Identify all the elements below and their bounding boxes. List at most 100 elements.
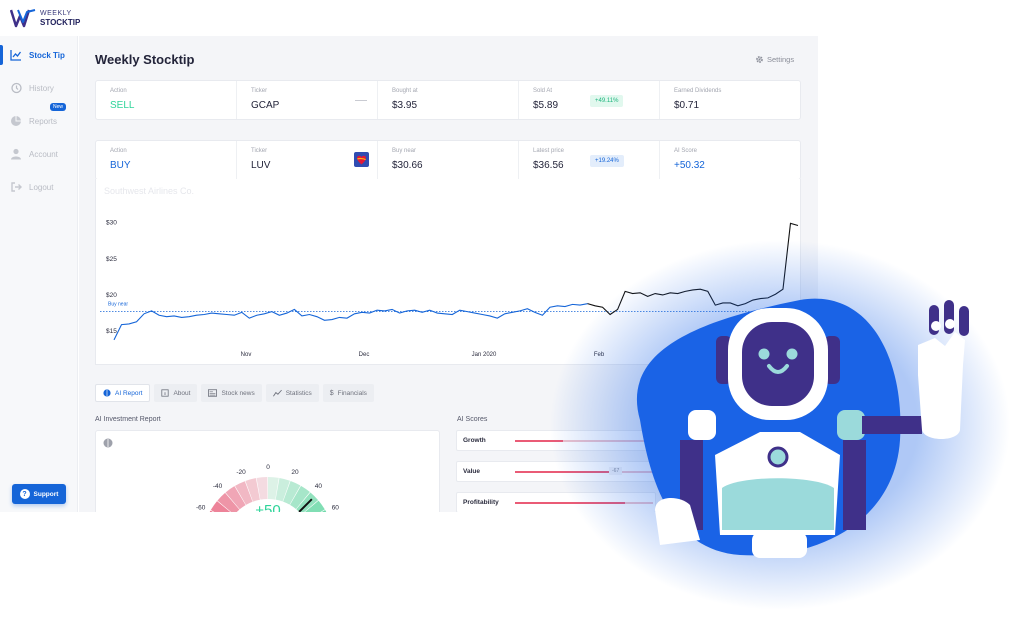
- y-tick-label: $30: [106, 220, 117, 227]
- past-tip-row: Action SELL Ticker GCAP Bought at $3.95 …: [95, 80, 801, 120]
- brand-line2: STOCKTIP: [40, 18, 81, 27]
- gauge-tick-label: 60: [332, 505, 340, 512]
- sidebar-item-stock-tip[interactable]: Stock Tip: [0, 43, 78, 67]
- tab-label: AI Report: [115, 389, 143, 397]
- airline-logo-icon: [354, 152, 369, 167]
- sidebar-item-account[interactable]: Account: [0, 142, 78, 166]
- screen: WEEKLY STOCKTIP Stock Tip History Report…: [0, 0, 1034, 628]
- price-chart-card: Southwest Airlines Co. $30 $25 $20 $15 Nov De…: [95, 179, 801, 365]
- tab-label: Stock news: [221, 389, 255, 397]
- chart-line-icon: [10, 50, 22, 61]
- tab-financials[interactable]: $ Financials: [322, 384, 374, 402]
- x-tick-label: Nov: [241, 352, 252, 358]
- tab-label: Financials: [337, 389, 367, 397]
- gauge-tick-label: -60: [196, 505, 206, 512]
- price-chart[interactable]: $30 $25 $20 $15 Nov Dec Jan 2020 Feb Buy near: [96, 179, 802, 365]
- change-badge: +19.24%: [590, 155, 624, 167]
- dollar-icon: $: [329, 389, 334, 397]
- pie-chart-icon: [11, 116, 21, 126]
- score-marker: -67: [609, 467, 623, 475]
- sidebar: Stock Tip History Reports New Account Lo…: [0, 36, 78, 512]
- ai-score-label: AI Score: [674, 148, 698, 154]
- gauge-tick-label: -40: [213, 483, 223, 490]
- brand-line1: WEEKLY: [40, 10, 72, 17]
- score-label: Value: [463, 468, 480, 475]
- sidebar-item-reports[interactable]: Reports New: [0, 103, 78, 133]
- logout-icon: [11, 182, 22, 192]
- ai-report-title: AI Investment Report: [95, 416, 161, 423]
- settings-label: Settings: [767, 55, 795, 64]
- change-badge: +49.11%: [590, 95, 624, 107]
- gauge-tick-label: -20: [236, 469, 246, 476]
- gauge-tick-label: 20: [291, 469, 299, 476]
- main-panel: Weekly Stocktip Settings Action SELL Tic…: [79, 36, 818, 512]
- ai-score-gauge: -80-60-40-20020406080+50: [196, 464, 340, 512]
- newspaper-icon: [208, 389, 218, 397]
- latest-price-label: Latest price: [533, 148, 565, 154]
- buy-near-label: Buy near: [392, 148, 417, 154]
- score-row-value: Value -67: [456, 461, 656, 482]
- score-row-profitability: Profitability: [456, 492, 656, 512]
- question-icon: ?: [19, 489, 30, 499]
- sold-label: Sold At: [533, 88, 553, 94]
- tab-stock-news[interactable]: Stock news: [201, 384, 262, 402]
- bought-label: Bought at: [392, 88, 418, 94]
- dividends-label: Earned Dividends: [674, 88, 722, 94]
- sidebar-item-logout[interactable]: Logout: [0, 175, 78, 199]
- score-bar: [515, 502, 625, 504]
- y-tick-label: $15: [106, 328, 117, 335]
- logo-w-icon: [10, 9, 36, 28]
- y-tick-label: $20: [106, 292, 117, 299]
- score-row-growth: Growth: [456, 430, 656, 451]
- sidebar-item-label: History: [29, 83, 54, 93]
- buy-near-label: Buy near: [108, 302, 128, 308]
- y-tick-label: $25: [106, 256, 117, 263]
- gauge-tick-label: 40: [315, 483, 323, 490]
- page-title: Weekly Stocktip: [95, 52, 195, 67]
- sidebar-item-label: Account: [29, 149, 58, 159]
- buy-near-value: $30.66: [392, 160, 423, 171]
- user-icon: [11, 148, 21, 160]
- dividends-value: $0.71: [674, 100, 700, 111]
- tab-label: Statistics: [285, 389, 312, 397]
- ai-scores-title: AI Scores: [457, 416, 488, 423]
- tab-about[interactable]: About: [154, 384, 198, 402]
- ticker-value[interactable]: GCAP: [251, 100, 377, 111]
- score-label: Profitability: [463, 499, 499, 506]
- bought-value: $3.95: [392, 100, 418, 111]
- support-label: Support: [33, 490, 59, 498]
- ai-score-value: +50.32: [674, 160, 705, 171]
- score-bar: [515, 471, 614, 473]
- tab-ai-report[interactable]: AI Report: [95, 384, 151, 402]
- gear-icon: [756, 56, 763, 63]
- price-line-above: [587, 222, 799, 316]
- score-label: Growth: [463, 437, 486, 444]
- brand-logo[interactable]: WEEKLY STOCKTIP: [10, 8, 80, 28]
- statistics-icon: [272, 389, 282, 397]
- sidebar-item-label: Stock Tip: [29, 50, 65, 60]
- gauge-value: +50: [255, 502, 280, 512]
- sidebar-item-history[interactable]: History: [0, 76, 78, 100]
- new-badge: New: [50, 103, 67, 111]
- x-tick-label: Jan 2020: [472, 352, 497, 358]
- price-line-below: [113, 303, 588, 341]
- history-icon: [11, 82, 22, 94]
- brain-icon: [103, 389, 111, 397]
- tab-label: About: [173, 389, 191, 397]
- sidebar-item-label: Logout: [29, 182, 54, 192]
- x-tick-label: Dec: [359, 352, 370, 358]
- action-label: Action: [110, 88, 127, 94]
- score-bar: [515, 440, 563, 442]
- gauge-tick-label: 0: [266, 464, 270, 471]
- gauge-card: -80-60-40-20020406080+50: [95, 430, 440, 512]
- action-label: Action: [110, 148, 127, 154]
- action-value: SELL: [110, 100, 135, 111]
- report-tabs: AI Report About Stock news Statistics $ …: [95, 384, 374, 402]
- ticker-logo-icon: [355, 100, 367, 101]
- settings-button[interactable]: Settings: [755, 55, 794, 64]
- tab-statistics[interactable]: Statistics: [265, 384, 319, 402]
- x-tick-label: Feb: [594, 352, 605, 358]
- support-button[interactable]: ? Support: [12, 484, 66, 504]
- info-icon: [161, 389, 170, 397]
- sidebar-item-label: Reports: [29, 116, 58, 126]
